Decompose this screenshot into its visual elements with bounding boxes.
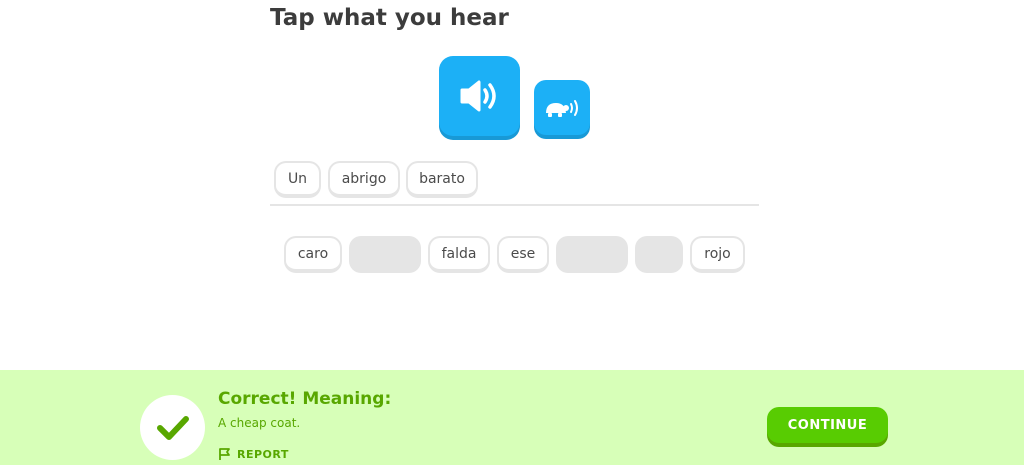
feedback-title: Correct! Meaning: [218,389,392,409]
word-bank-empty-slot [635,236,683,273]
report-link[interactable]: REPORT [218,447,289,461]
continue-button[interactable]: CONTINUE [767,407,888,443]
check-badge [140,395,205,460]
page-title: Tap what you hear [270,5,509,31]
speaker-icon [460,80,496,112]
feedback-meaning: A cheap coat. [218,416,301,430]
word-bank-empty-slot [349,236,421,273]
answer-tile[interactable]: abrigo [328,161,400,198]
turtle-icon [546,99,578,117]
play-audio-button[interactable] [439,56,520,136]
answer-tile[interactable]: Un [274,161,321,198]
report-label: REPORT [237,447,289,461]
feedback-banner: Correct! Meaning: A cheap coat. REPORT C… [0,370,1024,465]
word-bank-tile[interactable]: rojo [690,236,745,273]
word-bank-tile[interactable]: falda [428,236,490,273]
word-bank-tile[interactable]: ese [497,236,549,273]
answer-tile[interactable]: barato [406,161,478,198]
word-bank-empty-slot [556,236,628,273]
word-bank-tile[interactable]: caro [284,236,342,273]
flag-icon [219,448,230,460]
answer-divider [270,204,759,206]
slow-audio-button[interactable] [534,80,590,135]
checkmark-icon [156,415,189,440]
